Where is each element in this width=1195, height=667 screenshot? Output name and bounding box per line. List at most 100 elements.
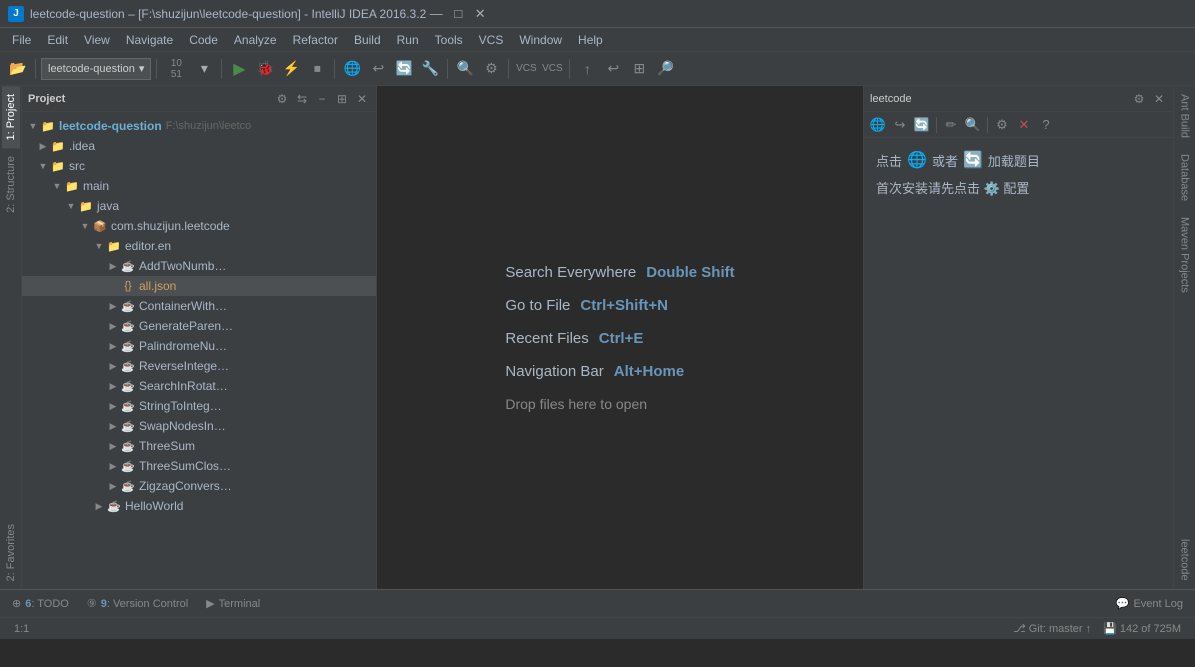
tree-helloworld[interactable]: ▶ ☕ HelloWorld: [22, 496, 376, 516]
lc-globe-btn[interactable]: 🌐: [868, 115, 888, 135]
lc-close-btn[interactable]: ✕: [1151, 91, 1167, 107]
panel-gear-btn[interactable]: ⚙: [274, 91, 290, 107]
goto-file-label: Go to File: [505, 297, 570, 314]
toolbar-undo-btn[interactable]: ↩: [601, 57, 625, 81]
tree-src-icon: 📁: [50, 158, 66, 174]
tree-swapnodesin-arrow: ▶: [106, 419, 120, 433]
lc-signin-btn[interactable]: ↪: [890, 115, 910, 135]
status-position[interactable]: 1:1: [8, 618, 35, 639]
tree-threesum[interactable]: ▶ ☕ ThreeSum: [22, 436, 376, 456]
toolbar-git-btn1[interactable]: 1051: [162, 57, 190, 81]
panel-close-btn[interactable]: ✕: [354, 91, 370, 107]
toolbar-layout-btn[interactable]: ⊞: [627, 57, 651, 81]
tree-threesumclos-icon: ☕: [120, 458, 136, 474]
toolbar-vcs-commit-btn[interactable]: VCS: [540, 57, 564, 81]
position-text: 1:1: [14, 623, 29, 635]
tree-reverseintege[interactable]: ▶ ☕ ReverseIntege…: [22, 356, 376, 376]
menu-edit[interactable]: Edit: [39, 31, 76, 49]
tree-addtwonumb[interactable]: ▶ ☕ AddTwoNumb…: [22, 256, 376, 276]
menu-analyze[interactable]: Analyze: [226, 31, 285, 49]
toolbar-run-btn[interactable]: ▶: [227, 57, 251, 81]
tree-addtwonumb-arrow: ▶: [106, 259, 120, 273]
nav-bar-label: Navigation Bar: [505, 363, 603, 380]
todo-icon: ⊕: [12, 597, 21, 610]
close-button[interactable]: ✕: [470, 4, 490, 24]
tree-all-json[interactable]: {} all.json: [22, 276, 376, 296]
tree-editor-en[interactable]: ▼ 📁 editor.en: [22, 236, 376, 256]
menu-window[interactable]: Window: [511, 31, 570, 49]
tree-containerwith[interactable]: ▶ ☕ ContainerWith…: [22, 296, 376, 316]
tree-src[interactable]: ▼ 📁 src: [22, 156, 376, 176]
toolbar-wrench-btn[interactable]: 🔧: [418, 57, 442, 81]
tree-package[interactable]: ▼ 📦 com.shuzijun.leetcode: [22, 216, 376, 236]
sidebar-tab-project[interactable]: 1: Project: [2, 86, 20, 148]
bottom-tab-terminal[interactable]: ▶ Terminal: [198, 590, 268, 617]
toolbar-coverage-btn[interactable]: ⚡: [279, 57, 303, 81]
tree-searchinrotat[interactable]: ▶ ☕ SearchInRotat…: [22, 376, 376, 396]
tree-package-icon: 📦: [92, 218, 108, 234]
toolbar-vcs-update-btn[interactable]: VCS: [514, 57, 538, 81]
lc-search-btn[interactable]: 🔍: [963, 115, 983, 135]
menu-refactor[interactable]: Refactor: [285, 31, 346, 49]
tree-swapnodesin[interactable]: ▶ ☕ SwapNodesIn…: [22, 416, 376, 436]
panel-collapse-btn[interactable]: −: [314, 91, 330, 107]
toolbar-settings-btn2[interactable]: ⚙: [479, 57, 503, 81]
menu-run[interactable]: Run: [389, 31, 427, 49]
toolbar-stop-btn[interactable]: ⏹: [305, 57, 329, 81]
tree-palindromenu[interactable]: ▶ ☕ PalindromeNu…: [22, 336, 376, 356]
tree-zigzagconvers[interactable]: ▶ ☕ ZigzagConvers…: [22, 476, 376, 496]
menu-build[interactable]: Build: [346, 31, 389, 49]
bottom-tab-todo[interactable]: ⊕ 6: TODO: [4, 590, 77, 617]
tree-java-label: java: [97, 199, 119, 213]
menu-tools[interactable]: Tools: [427, 31, 471, 49]
menu-view[interactable]: View: [76, 31, 118, 49]
far-right-database[interactable]: Database: [1176, 146, 1194, 209]
far-right-maven[interactable]: Maven Projects: [1176, 209, 1194, 301]
panel-settings-btn[interactable]: ⊞: [334, 91, 350, 107]
toolbar-search-btn[interactable]: 🔍: [453, 57, 477, 81]
project-dropdown[interactable]: leetcode-question ▾: [41, 58, 151, 80]
tree-editor-en-icon: 📁: [106, 238, 122, 254]
tree-main-label: main: [83, 179, 109, 193]
menu-code[interactable]: Code: [181, 31, 226, 49]
bottom-tab-event-log[interactable]: 💬 Event Log: [1108, 590, 1191, 617]
minimize-button[interactable]: —: [426, 4, 446, 24]
status-git[interactable]: ⎇ Git: master ↑: [1007, 618, 1097, 639]
sidebar-tab-favorites[interactable]: 2: Favorites: [2, 516, 20, 589]
tree-generateparen[interactable]: ▶ ☕ GenerateParen…: [22, 316, 376, 336]
bottom-tab-vcs[interactable]: ⑨ 9: Version Control: [79, 590, 196, 617]
lc-stop-btn[interactable]: ✕: [1014, 115, 1034, 135]
lc-settings-btn[interactable]: ⚙: [992, 115, 1012, 135]
lc-edit-btn[interactable]: ✏: [941, 115, 961, 135]
tree-main[interactable]: ▼ 📁 main: [22, 176, 376, 196]
tree-threesumclos[interactable]: ▶ ☕ ThreeSumClos…: [22, 456, 376, 476]
toolbar-annotate-btn[interactable]: ↩: [366, 57, 390, 81]
toolbar-push-btn[interactable]: ↑: [575, 57, 599, 81]
tree-root[interactable]: ▼ 📁 leetcode-question F:\shuzijun\leetco: [22, 116, 376, 136]
toolbar-open-btn[interactable]: 📂: [6, 57, 30, 81]
toolbar-dropdown-btn[interactable]: ▾: [192, 57, 216, 81]
maximize-button[interactable]: □: [448, 4, 468, 24]
tree-searchinrotat-arrow: ▶: [106, 379, 120, 393]
tree-stringtointeg[interactable]: ▶ ☕ StringToInteg…: [22, 396, 376, 416]
toolbar-search-everywhere-btn[interactable]: 🔎: [653, 57, 677, 81]
menu-help[interactable]: Help: [570, 31, 611, 49]
tree-searchinrotat-label: SearchInRotat…: [139, 379, 228, 393]
menu-navigate[interactable]: Navigate: [118, 31, 181, 49]
toolbar: 📂 leetcode-question ▾ 1051 ▾ ▶ 🐞 ⚡ ⏹ 🌐 ↩…: [0, 52, 1195, 86]
far-right-ant-build[interactable]: Ant Build: [1176, 86, 1194, 146]
tree-idea[interactable]: ▶ 📁 .idea: [22, 136, 376, 156]
lc-gear-btn[interactable]: ⚙: [1131, 91, 1147, 107]
panel-sync-btn[interactable]: ⇆: [294, 91, 310, 107]
menu-file[interactable]: File: [4, 31, 39, 49]
status-encoding[interactable]: 💾 142 of 725M: [1097, 618, 1187, 639]
far-right-leetcode[interactable]: leetcode: [1176, 531, 1194, 589]
tree-java[interactable]: ▼ 📁 java: [22, 196, 376, 216]
lc-help-btn[interactable]: ?: [1036, 115, 1056, 135]
menu-vcs[interactable]: VCS: [471, 31, 512, 49]
toolbar-refresh-btn[interactable]: 🔄: [392, 57, 416, 81]
toolbar-sdk-btn[interactable]: 🌐: [340, 57, 364, 81]
toolbar-debug-btn[interactable]: 🐞: [253, 57, 277, 81]
sidebar-tab-structure[interactable]: 2: Structure: [2, 148, 20, 221]
lc-refresh-btn[interactable]: 🔄: [912, 115, 932, 135]
